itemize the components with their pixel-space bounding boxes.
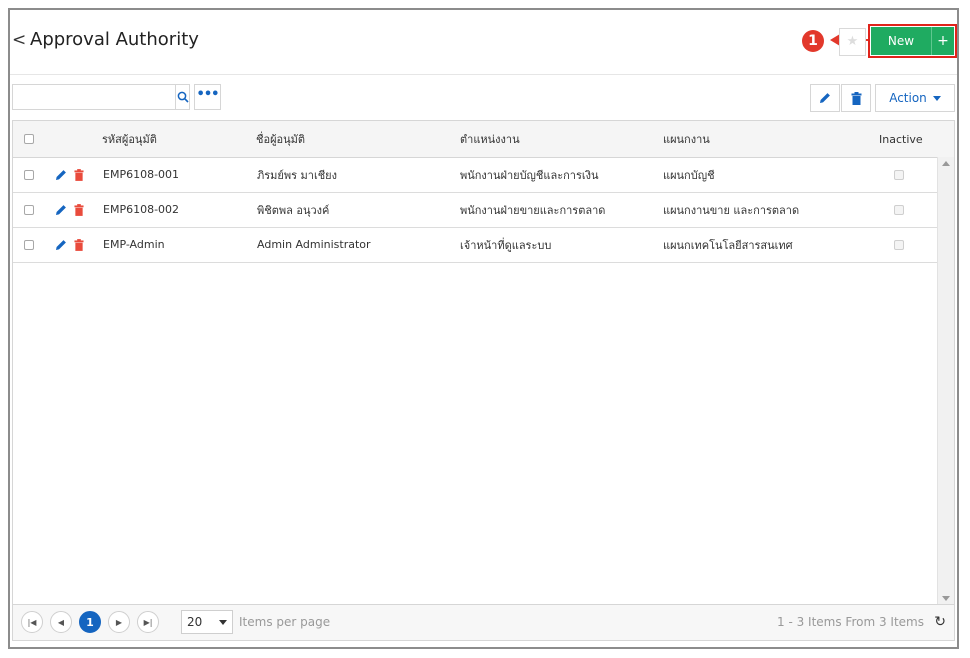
more-icon: ••• <box>196 87 220 102</box>
cell-name: ภิรมย์พร มาเชียง <box>257 168 337 182</box>
grid-header: รหัสผู้อนุมัติ ชื่อผู้อนุมัติ ตำแหน่งงาน… <box>13 121 954 158</box>
pager: |◀ ◀ 1 ▶ ▶| 20 Items per page 1 - 3 Item… <box>13 604 954 640</box>
cell-name: พิชิตพล อนุวงค์ <box>257 203 330 217</box>
title-bar: < Approval Authority 1 ★ New + <box>10 10 957 75</box>
refresh-icon[interactable]: ↻ <box>934 614 946 630</box>
vertical-scrollbar[interactable] <box>937 157 954 605</box>
pager-info: 1 - 3 Items From 3 Items <box>777 615 924 629</box>
next-page-icon: ▶ <box>115 617 123 627</box>
cell-department: แผนกงานขาย และการตลาด <box>663 203 800 217</box>
last-page-icon: ▶| <box>143 617 153 627</box>
cell-code: EMP-Admin <box>103 238 165 251</box>
caret-down-icon <box>932 95 941 101</box>
search-input[interactable] <box>13 85 175 109</box>
action-dropdown[interactable]: Action <box>875 84 955 112</box>
column-header-department[interactable]: แผนกงาน <box>663 121 710 157</box>
page-number-button[interactable]: 1 <box>79 611 101 633</box>
row-checkbox[interactable] <box>24 204 34 215</box>
page-size-value: 20 <box>187 615 203 629</box>
cell-name: Admin Administrator <box>257 238 371 251</box>
trash-icon <box>851 91 861 105</box>
trash-icon[interactable] <box>74 168 84 181</box>
cell-position: พนักงานฝ่ายบัญชีและการเงิน <box>460 168 599 182</box>
search-icon <box>177 91 189 103</box>
step-marker: 1 <box>802 30 824 52</box>
table-row[interactable]: EMP6108-001 ภิรมย์พร มาเชียง พนักงานฝ่าย… <box>13 157 940 193</box>
page-size-select[interactable]: 20 <box>181 610 233 634</box>
scroll-up-icon[interactable] <box>942 161 950 166</box>
prev-page-button[interactable]: ◀ <box>50 611 72 633</box>
cell-position: พนักงานฝ่ายขายและการตลาด <box>460 203 606 217</box>
column-header-code[interactable]: รหัสผู้อนุมัติ <box>102 121 157 157</box>
table-row[interactable]: EMP6108-002 พิชิตพล อนุวงค์ พนักงานฝ่ายข… <box>13 192 940 228</box>
caret-down-icon <box>219 619 227 625</box>
pencil-icon <box>820 93 830 103</box>
next-page-button[interactable]: ▶ <box>108 611 130 633</box>
cell-code: EMP6108-001 <box>103 168 180 181</box>
pencil-icon[interactable] <box>55 204 67 216</box>
edit-button[interactable] <box>810 84 840 112</box>
cell-department: แผนกเทคโนโลยีสารสนเทศ <box>663 238 793 252</box>
plus-icon: + <box>931 27 954 55</box>
pencil-icon[interactable] <box>55 169 67 181</box>
favorite-button[interactable]: ★ <box>839 28 866 56</box>
cell-department: แผนกบัญชี <box>663 168 715 182</box>
new-button[interactable]: New + <box>871 27 954 55</box>
star-icon: ★ <box>846 34 859 49</box>
new-button-label: New <box>887 34 915 48</box>
action-label: Action <box>889 91 927 105</box>
more-options-button[interactable]: ••• <box>194 84 221 110</box>
page-title: Approval Authority <box>30 29 199 50</box>
trash-icon[interactable] <box>74 203 84 216</box>
inactive-checkbox <box>894 204 904 215</box>
table-row[interactable]: EMP-Admin Admin Administrator เจ้าหน้าที… <box>13 227 940 263</box>
chevron-left-icon[interactable]: < <box>12 30 26 50</box>
scroll-down-icon[interactable] <box>942 596 950 601</box>
delete-button[interactable] <box>841 84 871 112</box>
data-grid: รหัสผู้อนุมัติ ชื่อผู้อนุมัติ ตำแหน่งงาน… <box>12 120 955 641</box>
select-all-checkbox[interactable] <box>24 134 34 144</box>
trash-icon[interactable] <box>74 238 84 251</box>
column-header-inactive[interactable]: Inactive <box>879 121 923 157</box>
first-page-button[interactable]: |◀ <box>21 611 43 633</box>
search-button[interactable] <box>175 85 189 109</box>
row-checkbox[interactable] <box>24 239 34 250</box>
cell-position: เจ้าหน้าที่ดูแลระบบ <box>460 238 552 252</box>
inactive-checkbox <box>894 239 904 250</box>
search-box <box>12 84 190 110</box>
select-all-cell <box>24 121 34 157</box>
row-checkbox[interactable] <box>24 169 34 180</box>
column-header-position[interactable]: ตำแหน่งงาน <box>460 121 520 157</box>
prev-page-icon: ◀ <box>57 617 65 627</box>
inactive-checkbox <box>894 169 904 180</box>
app-window: < Approval Authority 1 ★ New + ••• Actio… <box>8 8 959 649</box>
last-page-button[interactable]: ▶| <box>137 611 159 633</box>
pencil-icon[interactable] <box>55 239 67 251</box>
column-header-name[interactable]: ชื่อผู้อนุมัติ <box>256 121 305 157</box>
new-button-highlight: New + <box>868 24 957 58</box>
cell-code: EMP6108-002 <box>103 203 180 216</box>
first-page-icon: |◀ <box>27 617 37 627</box>
items-per-page-label: Items per page <box>239 615 331 629</box>
